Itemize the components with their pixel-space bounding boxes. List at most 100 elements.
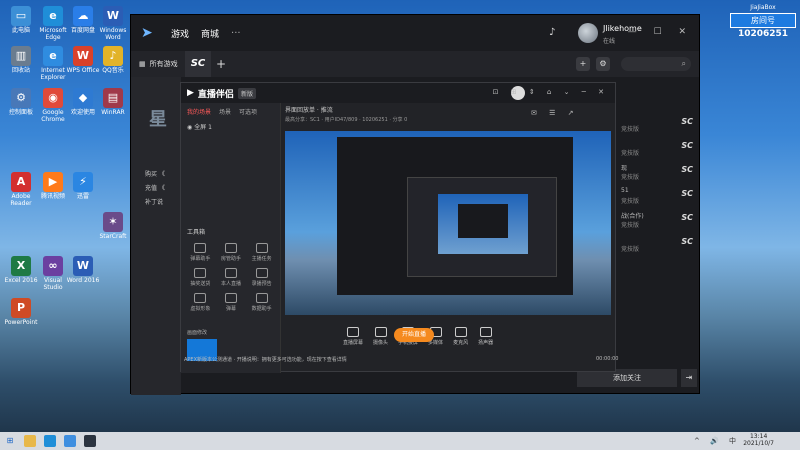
desktop-icon[interactable]: ▤ WinRAR <box>96 88 130 117</box>
settings-icon[interactable]: ⚙ <box>596 57 610 71</box>
scene-name: 全屏 1 <box>194 124 212 131</box>
companion-window-controls[interactable]: ⊡ ⊞ ⇕ ⌂ ⌄ ─ ✕ <box>493 88 609 96</box>
start-live-button[interactable]: 开始直播 <box>394 328 434 342</box>
recharge-link[interactable]: 充值 《 <box>145 183 165 192</box>
desktop-icon[interactable]: A Adobe Reader <box>4 172 38 207</box>
list-item[interactable]: 51 竞技版 SC <box>619 185 699 209</box>
stream-companion-icon[interactable] <box>84 435 96 447</box>
tab-all-games[interactable]: ▦ 所有游戏 <box>131 51 185 77</box>
tab-scenes[interactable]: 场景 <box>219 107 231 116</box>
speaker-button[interactable]: 扬声器 <box>478 326 493 346</box>
tab-options[interactable]: 可选项 <box>239 107 257 116</box>
desktop-icon[interactable]: e Microsoft Edge <box>36 6 70 41</box>
eye-icon[interactable]: ◉ <box>187 124 192 131</box>
version-badge[interactable]: 新版 <box>237 87 256 99</box>
desktop-icon[interactable]: ∞ Visual Studio <box>36 256 70 291</box>
desktop-icon[interactable]: ✶ StarCraft <box>96 212 130 241</box>
game-title-char: 星 <box>149 109 167 130</box>
screen-capture-button[interactable]: 直播屏幕 <box>343 326 363 346</box>
list-item[interactable]: 竞技版 SC <box>619 137 699 161</box>
tool-button[interactable]: 本人直播 <box>216 268 247 287</box>
desktop-icon-area: ▭ 此电脑 e Microsoft Edge ☁ 百度网盘 W Windows Word… <box>0 0 130 432</box>
bottom-actions: 添加关注 ⇥ <box>577 369 697 389</box>
title-bar: ➤ 游戏 商城 ··· ♪ Jlikehome 在线 — ☐ ✕ <box>131 15 699 51</box>
list-item[interactable]: 战(合作) 竞技版 SC <box>619 209 699 233</box>
music-icon: ♪ <box>103 46 123 66</box>
desktop-icon[interactable]: ◆ 欢迎使用 <box>66 88 100 117</box>
avatar[interactable] <box>578 23 598 43</box>
tool-button[interactable]: 主播任务 <box>246 243 277 262</box>
tool-button[interactable]: 弹幕 <box>216 293 247 312</box>
companion-brand: 直播伴侣 <box>197 89 234 100</box>
video-icon: ▶ <box>43 172 63 192</box>
exit-icon[interactable]: ⇥ <box>681 369 697 387</box>
comment-icon <box>224 293 237 303</box>
task-icon <box>255 243 268 253</box>
start-icon[interactable]: ⊞ <box>4 435 16 447</box>
room-label: 房间号 <box>730 13 796 28</box>
file-explorer-icon[interactable] <box>24 435 36 447</box>
list-item[interactable]: 竞技版 SC <box>619 113 699 137</box>
desktop-icon[interactable]: P PowerPoint <box>4 298 38 327</box>
add-tab-button[interactable]: + <box>211 57 231 71</box>
danmaku-icon <box>194 243 207 253</box>
desktop-icon[interactable]: ⚡ 迅雷 <box>66 172 100 201</box>
admin-icon <box>224 243 237 253</box>
desktop-icon[interactable]: W Word 2016 <box>66 256 100 285</box>
stream-source-bar: 直播屏幕 摄像头 手机投屏 多媒体 麦克风 扬声器 <box>285 321 611 351</box>
notice-bar[interactable]: APEX新版本公测通道 · 开播说明：拥有更多可选功能，现在按下查看详情 <box>184 356 414 363</box>
desktop-icon[interactable]: ♪ QQ音乐 <box>96 46 130 75</box>
taskbar-clock[interactable]: 13:14 2021/10/7 <box>743 433 774 447</box>
desktop-icon[interactable]: ☁ 百度网盘 <box>66 6 100 35</box>
tab-my-scenes[interactable]: 我的场景 <box>187 107 211 116</box>
desktop-icon[interactable]: X Excel 2016 <box>4 256 38 285</box>
desktop-icon[interactable]: ▭ 此电脑 <box>4 6 38 35</box>
pdf-icon: A <box>11 172 31 192</box>
microphone-button[interactable]: 麦克风 <box>453 326 468 346</box>
game-platform-icon[interactable] <box>64 435 76 447</box>
recycle-bin-icon: ▥ <box>11 46 31 66</box>
preview-icon <box>255 268 268 278</box>
tool-button[interactable]: 录播预告 <box>246 268 277 287</box>
window-controls[interactable]: — ☐ ✕ <box>628 27 693 37</box>
camera-button[interactable]: 摄像头 <box>373 326 388 346</box>
companion-title-bar: ▶ 直播伴侣 新版 ⊡ ⊞ ⇕ ⌂ ⌄ ─ ✕ <box>181 83 615 103</box>
tool-button[interactable]: 抽奖送货 <box>185 268 216 287</box>
add-friend-icon[interactable]: + <box>576 57 590 71</box>
buy-link[interactable]: 购买 《 <box>145 169 165 178</box>
chrome-icon: ◉ <box>43 88 63 108</box>
scene-item[interactable]: ◉ 全屏 1 <box>181 120 280 133</box>
tab-starcraft[interactable]: SC <box>185 51 211 77</box>
search-input[interactable]: ⌕ <box>621 57 691 71</box>
header-action-icons: + ⚙ <box>576 57 610 71</box>
desktop-icon[interactable]: ⚙ 控制面板 <box>4 88 38 117</box>
list-item[interactable]: 竞技版 SC <box>619 233 699 257</box>
desktop-icon[interactable]: W WPS Office <box>66 46 100 75</box>
nav-game[interactable]: 游戏 <box>171 27 189 40</box>
bell-icon[interactable]: ♪ <box>549 27 555 38</box>
tool-button[interactable]: 虚拟形象 <box>185 293 216 312</box>
room-number: 10206251 <box>737 29 789 39</box>
computer-icon: ▭ <box>11 6 31 26</box>
welcome-icon: ◆ <box>73 88 93 108</box>
stream-header-icons[interactable]: ✉ ☰ ↗ <box>531 109 578 117</box>
tool-button[interactable]: 弹幕助手 <box>185 243 216 262</box>
patch-notes-link[interactable]: 补丁说 <box>145 197 163 206</box>
nav-store[interactable]: 商城 <box>201 27 219 40</box>
list-item[interactable]: 现竞技版 SC <box>619 161 699 185</box>
stream-preview[interactable] <box>285 131 611 315</box>
edge-icon[interactable] <box>44 435 56 447</box>
companion-logo-icon: ▶ <box>187 88 194 98</box>
speaker-icon <box>479 326 492 337</box>
app-logo-icon: ➤ <box>141 25 153 41</box>
more-menu-icon[interactable]: ··· <box>231 28 241 39</box>
tool-button[interactable]: 数据助手 <box>246 293 277 312</box>
desktop-icon[interactable]: ◉ Google Chrome <box>36 88 70 123</box>
desktop-icon[interactable]: ▥ 回收站 <box>4 46 38 75</box>
grid-icon: ▦ <box>139 60 146 68</box>
system-tray-icons[interactable]: ^ 🔊 中 <box>694 436 740 446</box>
desktop-icon[interactable]: e Internet Explorer <box>36 46 70 81</box>
tool-button[interactable]: 房管助手 <box>216 243 247 262</box>
desktop-icon[interactable]: ▶ 腾讯视频 <box>36 172 70 201</box>
desktop-icon[interactable]: W Windows Word <box>96 6 130 41</box>
